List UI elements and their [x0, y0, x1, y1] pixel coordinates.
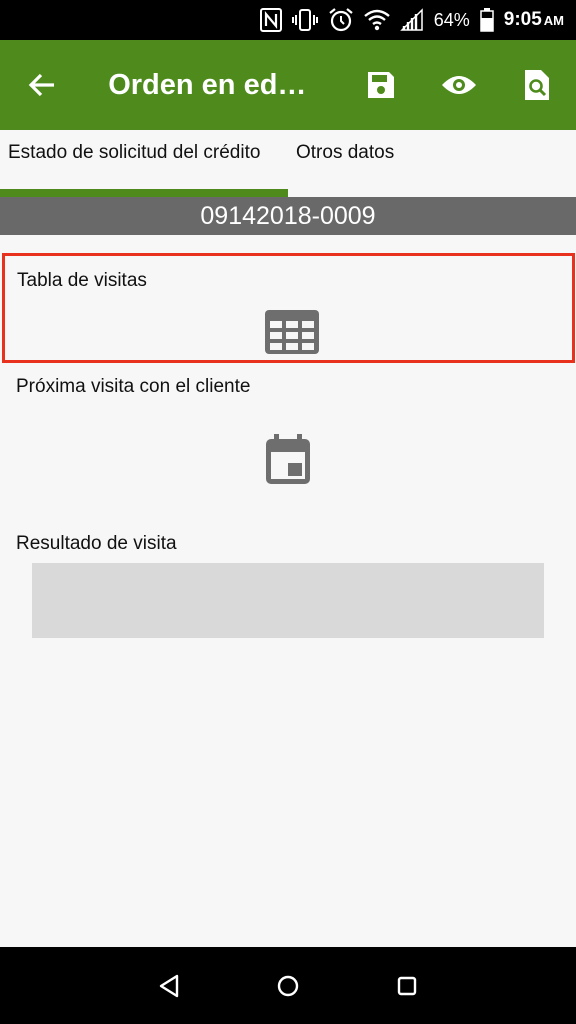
nav-home-button[interactable] — [258, 956, 318, 1016]
next-visit-section: Próxima visita con el cliente — [16, 376, 560, 506]
vibrate-icon — [291, 9, 318, 31]
nav-recents-icon — [397, 976, 416, 995]
nav-back-icon — [160, 974, 179, 997]
signal-icon — [399, 8, 423, 31]
visit-result-field[interactable] — [32, 563, 544, 638]
save-button[interactable] — [342, 40, 420, 130]
page-title: Orden en edi… — [108, 68, 307, 101]
battery-percent: 64% — [433, 9, 470, 30]
document-search-button[interactable] — [498, 40, 576, 130]
navigation-bar — [0, 947, 576, 1024]
alarm-icon — [329, 8, 353, 32]
tab-credit-status[interactable]: Estado de solicitud del crédito — [0, 130, 288, 197]
visits-table-button[interactable] — [265, 310, 319, 359]
visits-table-section[interactable]: Tabla de visitas — [2, 253, 575, 363]
tab-label: Estado de solicitud del crédito — [8, 142, 261, 163]
preview-button[interactable] — [420, 40, 498, 130]
nfc-icon — [259, 8, 282, 32]
clock: 9:05 AM — [503, 9, 564, 30]
tab-label: Otros datos — [296, 142, 395, 163]
nav-home-icon — [277, 975, 299, 996]
nav-back-button[interactable] — [139, 956, 199, 1016]
back-button[interactable] — [0, 40, 83, 130]
save-icon — [368, 72, 394, 98]
nav-recents-button[interactable] — [377, 956, 437, 1016]
wifi-icon — [363, 9, 390, 31]
visit-result-section: Resultado de visita — [16, 533, 560, 555]
order-number: 09142018-0009 — [200, 201, 376, 230]
app-bar: Orden en edi… — [0, 40, 576, 130]
calendar-icon — [266, 434, 310, 484]
tab-other-data[interactable]: Otros datos — [288, 130, 576, 197]
eye-icon — [442, 76, 476, 94]
next-visit-label: Próxima visita con el cliente — [16, 376, 251, 397]
battery-icon — [480, 8, 494, 32]
visits-table-label: Tabla de visitas — [17, 270, 147, 291]
next-visit-date-button[interactable] — [264, 434, 312, 491]
back-arrow-icon — [28, 73, 54, 97]
status-bar: 64% 9:05 AM — [0, 0, 576, 40]
table-grid-icon — [265, 310, 319, 354]
document-search-icon — [525, 70, 549, 100]
tab-bar: Estado de solicitud del crédito Otros da… — [0, 130, 576, 197]
visit-result-label: Resultado de visita — [16, 533, 177, 554]
order-number-banner: 09142018-0009 — [0, 197, 576, 235]
